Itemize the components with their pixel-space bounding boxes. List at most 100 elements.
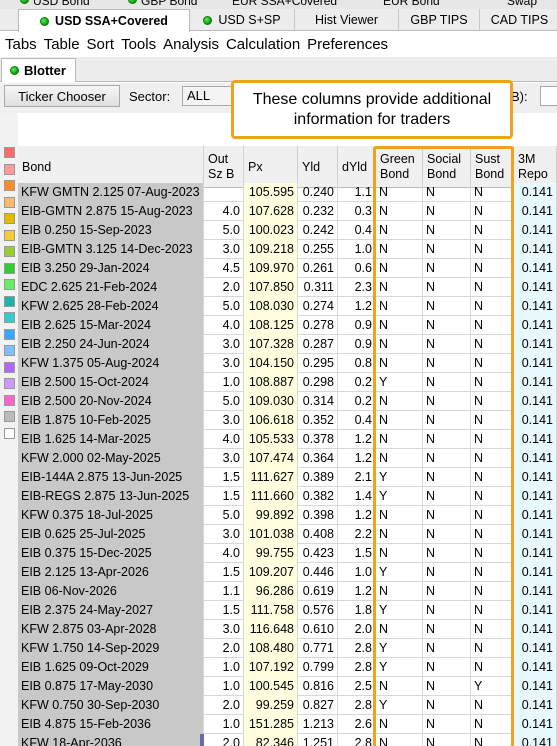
color-swatch[interactable] xyxy=(4,295,15,307)
table-row[interactable]: EIB 4.875 15-Feb-2036 1.0 151.285 1.213 2.6 N… xyxy=(18,715,557,734)
cell-yld: 0.232 xyxy=(298,202,338,221)
top-tab-usd-bond[interactable]: USD Bond xyxy=(20,0,90,9)
cell-dyld: 1.1 xyxy=(338,183,376,202)
color-swatch[interactable] xyxy=(4,394,15,406)
color-swatch[interactable] xyxy=(4,229,15,241)
color-swatch[interactable] xyxy=(4,180,15,191)
column-header-dyld[interactable]: dYld xyxy=(338,146,376,188)
table-row[interactable]: EIB 2.500 20-Nov-2024 5.0 109.030 0.314 0.2 N… xyxy=(18,392,557,411)
toolbar-input[interactable] xyxy=(540,86,557,106)
column-header-green[interactable]: Green Bond xyxy=(376,146,423,188)
cell-sust: N xyxy=(471,582,514,601)
table-row[interactable]: EIB 2.625 15-Mar-2024 4.0 108.125 0.278 0.9 N… xyxy=(18,316,557,335)
color-swatch[interactable] xyxy=(4,279,15,290)
cell-bond: KFW 2.625 28-Feb-2024 xyxy=(18,297,204,316)
cell-green: Y xyxy=(376,601,423,620)
table-row[interactable]: EIB 0.625 25-Jul-2025 3.0 101.038 0.408 2.2 N… xyxy=(18,525,557,544)
table-row[interactable]: KFW 1.375 05-Aug-2024 3.0 104.150 0.295 0.8 N… xyxy=(18,354,557,373)
table-row[interactable]: EIB-GMTN 3.125 14-Dec-2023 3.0 109.218 0.25… xyxy=(18,240,557,259)
status-dot-icon xyxy=(128,0,137,4)
top-tab-eur-bond[interactable]: EUR Bond xyxy=(383,0,440,9)
color-swatch[interactable] xyxy=(4,246,15,257)
cell-px: 108.030 xyxy=(244,297,298,316)
color-swatch[interactable] xyxy=(4,378,15,389)
cell-social: N xyxy=(423,316,471,335)
tab-cad-tips[interactable]: CAD TIPS xyxy=(480,9,557,31)
table-row[interactable]: EIB 0.375 15-Dec-2025 4.0 99.755 0.423 1.5 N N… xyxy=(18,544,557,563)
table-row[interactable]: EIB 06-Nov-2026 1.1 96.286 0.619 1.2 N N N 0.141 xyxy=(18,582,557,601)
column-header-yld[interactable]: Yld xyxy=(298,146,338,188)
table-row[interactable]: KFW 18-Apr-2036 2.0 82.346 1.251 2.8 N N N 0.141 xyxy=(18,734,557,746)
table-row[interactable]: EIB 1.625 09-Oct-2029 1.0 107.192 0.799 2.8 Y… xyxy=(18,658,557,677)
top-tab-gbp-bond[interactable]: GBP Bond xyxy=(128,0,197,9)
menu-item-preferences[interactable]: Preferences xyxy=(307,36,388,53)
cell-repo: 0.141 xyxy=(514,582,557,601)
sector-label: Sector: xyxy=(129,89,171,104)
table-row[interactable]: KFW 2.875 03-Apr-2028 3.0 116.648 0.610 2.0 N… xyxy=(18,620,557,639)
column-header-social[interactable]: Social Bond xyxy=(423,146,471,188)
menu-item-sort[interactable]: Sort xyxy=(87,36,115,53)
top-tab-eur-ssa-covered[interactable]: EUR SSA+Covered xyxy=(232,0,337,9)
table-row[interactable]: EIB 2.375 24-May-2027 1.5 111.758 0.576 1.8 Y… xyxy=(18,601,557,620)
table-row[interactable]: KFW 1.750 14-Sep-2029 2.0 108.480 0.771 2.8 Y… xyxy=(18,639,557,658)
tab-gbp-tips[interactable]: GBP TIPS xyxy=(399,9,480,31)
menu-item-tools[interactable]: Tools xyxy=(121,36,156,53)
table-row[interactable]: KFW 0.375 18-Jul-2025 5.0 99.892 0.398 1.2 N N… xyxy=(18,506,557,525)
cell-repo: 0.141 xyxy=(514,601,557,620)
cell-dyld: 2.8 xyxy=(338,639,376,658)
table-row[interactable]: EIB-144A 2.875 13-Jun-2025 1.5 111.627 0.38… xyxy=(18,468,557,487)
table-row[interactable]: KFW GMTN 2.125 07-Aug-2023 105.595 0.240 1.… xyxy=(18,183,557,202)
tab-usd-ssa-covered[interactable]: USD SSA+Covered xyxy=(18,9,190,32)
cell-dyld: 2.8 xyxy=(338,734,376,746)
column-header-sust[interactable]: Sust Bond xyxy=(471,146,514,188)
menu-item-analysis[interactable]: Analysis xyxy=(163,36,219,53)
cell-social: N xyxy=(423,221,471,240)
cell-sust: N xyxy=(471,221,514,240)
table-row[interactable]: EIB-GMTN 2.875 15-Aug-2023 4.0 107.628 0.23… xyxy=(18,202,557,221)
color-swatch[interactable] xyxy=(4,147,15,158)
cell-repo: 0.141 xyxy=(514,240,557,259)
tab-hist-viewer[interactable]: Hist Viewer xyxy=(295,9,399,31)
color-swatch[interactable] xyxy=(4,213,15,224)
color-swatch[interactable] xyxy=(4,312,15,323)
color-swatch[interactable] xyxy=(4,361,15,373)
tab-usd-s-sp[interactable]: USD S+SP xyxy=(190,9,295,31)
menu-item-tabs[interactable]: Tabs xyxy=(5,36,37,53)
column-header-px[interactable]: Px xyxy=(244,146,298,188)
top-tab-swap[interactable]: Swap xyxy=(507,0,537,9)
table-row[interactable]: EIB-REGS 2.875 13-Jun-2025 1.5 111.660 0.38… xyxy=(18,487,557,506)
column-header-out[interactable]: Out Sz B xyxy=(204,146,244,188)
table-row[interactable]: EIB 2.250 24-Jun-2024 3.0 107.328 0.287 0.9 N… xyxy=(18,335,557,354)
ticker-chooser-button[interactable]: Ticker Chooser xyxy=(4,85,120,107)
color-swatch[interactable] xyxy=(4,163,15,175)
top-tab-strip-2: USD SSA+Covered USD S+SP Hist Viewer GBP TI… xyxy=(0,9,557,32)
table-row[interactable]: EIB 2.125 13-Apr-2026 1.5 109.207 0.446 1.0 Y… xyxy=(18,563,557,582)
color-swatch[interactable] xyxy=(4,196,15,208)
cell-sust: N xyxy=(471,354,514,373)
color-swatch[interactable] xyxy=(4,427,15,439)
cell-sust: N xyxy=(471,240,514,259)
tab-blotter[interactable]: Blotter xyxy=(1,58,76,82)
cell-yld: 0.278 xyxy=(298,316,338,335)
column-header-repo[interactable]: 3M Repo xyxy=(514,146,557,188)
table-row[interactable]: EIB 1.625 14-Mar-2025 4.0 105.533 0.378 1.2 N… xyxy=(18,430,557,449)
table-row[interactable]: KFW 2.000 02-May-2025 3.0 107.474 0.364 1.2 N… xyxy=(18,449,557,468)
menu-item-calculation[interactable]: Calculation xyxy=(226,36,300,53)
color-swatch[interactable] xyxy=(4,328,15,340)
cell-sust: N xyxy=(471,297,514,316)
cell-dyld: 0.8 xyxy=(338,354,376,373)
color-swatch[interactable] xyxy=(4,411,15,422)
table-row[interactable]: EIB 2.500 15-Oct-2024 1.0 108.887 0.298 0.2 Y… xyxy=(18,373,557,392)
menu-item-table[interactable]: Table xyxy=(44,36,80,53)
cell-sust: N xyxy=(471,601,514,620)
table-row[interactable]: EIB 0.875 17-May-2030 1.0 100.545 0.816 2.5 N… xyxy=(18,677,557,696)
color-swatch[interactable] xyxy=(4,345,15,356)
table-row[interactable]: EIB 0.250 15-Sep-2023 5.0 100.023 0.242 0.4 N… xyxy=(18,221,557,240)
table-row[interactable]: KFW 2.625 28-Feb-2024 5.0 108.030 0.274 1.2 N… xyxy=(18,297,557,316)
table-row[interactable]: KFW 0.750 30-Sep-2030 2.0 99.259 0.827 2.8 Y N… xyxy=(18,696,557,715)
table-row[interactable]: EDC 2.625 21-Feb-2024 2.0 107.850 0.311 2.3 N… xyxy=(18,278,557,297)
color-swatch[interactable] xyxy=(4,262,15,274)
column-header-bond[interactable]: Bond xyxy=(18,146,204,188)
table-row[interactable]: EIB 1.875 10-Feb-2025 3.0 106.618 0.352 0.4 N… xyxy=(18,411,557,430)
table-row[interactable]: EIB 3.250 29-Jan-2024 4.5 109.970 0.261 0.6 N… xyxy=(18,259,557,278)
